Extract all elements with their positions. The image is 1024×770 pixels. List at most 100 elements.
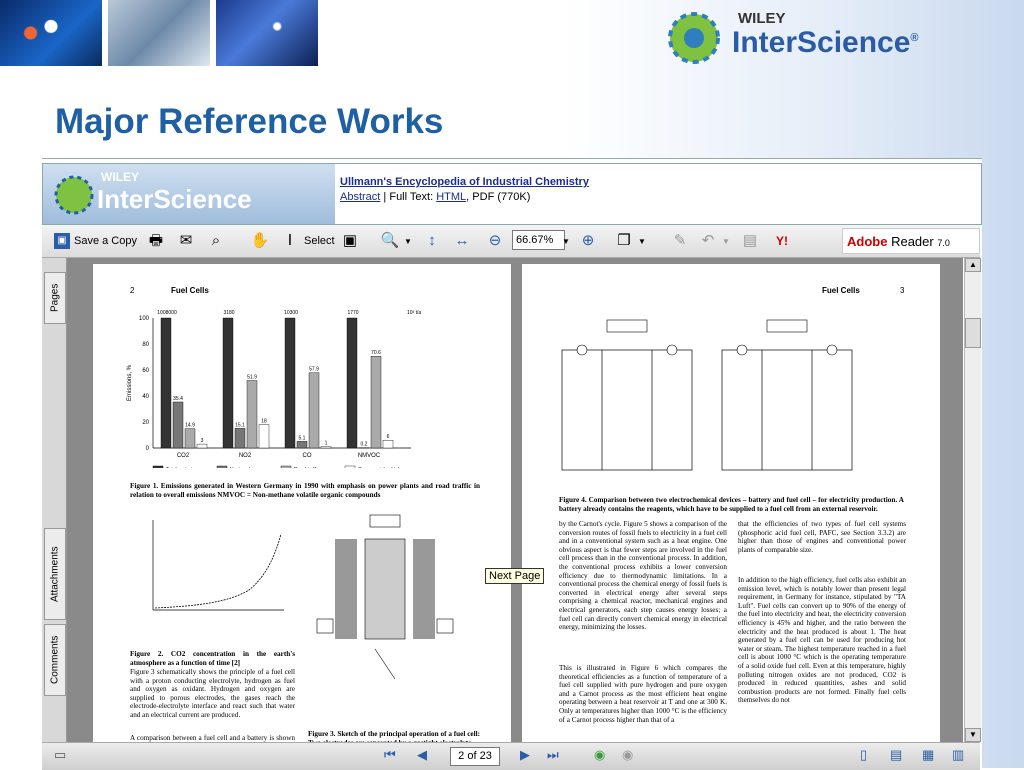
print-button[interactable]: 🖶 (146, 230, 166, 252)
single-page-button[interactable]: ▯ (860, 747, 867, 763)
tab-comments[interactable]: Comments (44, 624, 66, 696)
zoom-out-button[interactable]: ⊖ (485, 230, 505, 252)
bar (161, 318, 171, 448)
document-view[interactable]: 2 Fuel Cells 020406080100Emissions, %35.… (67, 258, 963, 742)
pdf-size: , PDF (770K) (466, 191, 530, 203)
pdf-page-left: 2 Fuel Cells 020406080100Emissions, %35.… (93, 264, 511, 742)
email-button[interactable]: ✉ (176, 230, 196, 252)
tab-pages[interactable]: Pages (44, 272, 66, 324)
x-tick-label: CO (303, 453, 312, 459)
last-page-button[interactable]: ⏭ (547, 747, 559, 763)
right-column-2b: In addition to the high efficiency, fuel… (738, 576, 906, 705)
chevron-down-icon: ▼ (404, 237, 412, 246)
y-tick-label: 20 (142, 420, 149, 426)
adobe-reader-text: Reader (891, 234, 934, 249)
y-tick-label: 100 (139, 316, 150, 322)
bar (223, 318, 233, 448)
bar-value-label: 18 (261, 419, 267, 425)
zoom-in-button[interactable]: ⊕ (578, 230, 598, 252)
pdf-page-right: Fuel Cells 3 Figure 4. Comparison betwee… (522, 264, 940, 742)
bar (259, 425, 269, 448)
search-button[interactable]: ⌕ (206, 230, 226, 252)
right-column-1: by the Carnot's cycle. Figure 5 shows a … (559, 520, 727, 632)
fit-width-icon: ↔ (452, 231, 472, 251)
fit-width-button[interactable]: ↔ (452, 230, 472, 252)
adobe-brand: Adobe (847, 234, 887, 249)
right-column-2: that the efficiencies of two types of fu… (738, 520, 906, 554)
document-button[interactable]: ▤ (740, 230, 760, 252)
first-page-button[interactable]: ⏮ (384, 747, 396, 763)
banner-wiley: WILEY (101, 170, 139, 184)
hand-icon: ✋ (250, 231, 270, 251)
scroll-thumb[interactable] (965, 318, 981, 348)
page-layout-button[interactable]: ❐▼ (614, 230, 646, 252)
sign-icon: ✎ (670, 231, 690, 251)
legend-label: Commercial vehicles (358, 467, 405, 468)
bar (321, 447, 331, 448)
next-view-button[interactable]: ◉ (622, 747, 633, 763)
bar-value-label: 57.9 (309, 367, 319, 373)
page-size-icon[interactable]: ▭ (54, 747, 66, 763)
bar-value-label: 3 (201, 438, 204, 444)
co2-concentration-chart (129, 510, 289, 635)
continuous-facing-button[interactable]: ▥ (952, 747, 964, 763)
next-page-button[interactable]: ▶ (520, 747, 530, 763)
bar (173, 402, 183, 448)
continuous-button[interactable]: ▤ (890, 747, 902, 763)
vertical-scrollbar[interactable]: ▲ ▼ (964, 258, 981, 742)
zoom-tool-button[interactable]: 🔍▼ (380, 230, 412, 252)
rotate-button[interactable]: ↶▼ (698, 230, 730, 252)
bar (371, 356, 381, 448)
sign-button[interactable]: ✎ (670, 230, 690, 252)
previous-page-button[interactable]: ◀ (417, 747, 427, 763)
globe-icon (660, 4, 730, 68)
banner-interscience: InterScience (97, 184, 252, 215)
save-copy-button[interactable]: ▣ Save a Copy (54, 230, 137, 252)
next-page-tooltip: Next Page (485, 568, 544, 584)
emissions-bar-chart: 020406080100Emissions, %35.414.93CO21008… (123, 298, 423, 468)
hand-tool-button[interactable]: ✋ (250, 230, 270, 252)
body-paragraph-1: Figure 3 schematically shows the princip… (130, 668, 295, 720)
scroll-down-button[interactable]: ▼ (965, 728, 981, 742)
zoom-dropdown[interactable]: ▼ (562, 230, 570, 252)
adobe-version: 7.0 (937, 238, 950, 248)
legend-label: Road traffic (294, 467, 320, 468)
bar (197, 444, 207, 448)
body-paragraph-2: A comparison between a fuel cell and a b… (130, 734, 295, 742)
bar-value-label: 70.6 (371, 350, 381, 356)
printer-icon: 🖶 (146, 231, 166, 251)
legend-swatch (281, 466, 291, 468)
abstract-link[interactable]: Abstract (340, 191, 380, 203)
page-number-input[interactable]: 2 of 23 (450, 747, 500, 766)
y-tick-label: 80 (142, 342, 149, 348)
total-label: 1008000 (157, 310, 177, 316)
right-column-1b: This is illustrated in Figure 6 which co… (559, 664, 727, 724)
page-number-right: 3 (900, 286, 904, 295)
select-tool-button[interactable]: Ⅰ Select (280, 230, 335, 252)
fit-height-icon: ↕ (422, 231, 442, 251)
molecule-photo (0, 0, 102, 66)
encyclopedia-title-link[interactable]: Ullmann's Encyclopedia of Industrial Che… (340, 176, 589, 188)
fulltext-label: Full Text: (389, 191, 433, 203)
total-label: 1770 (347, 310, 358, 316)
scroll-up-button[interactable]: ▲ (965, 258, 981, 272)
yahoo-icon: Y! (776, 234, 788, 248)
total-label: 3180 (223, 310, 234, 316)
journal-banner: WILEY InterScience Ullmann's Encyclopedi… (42, 163, 982, 225)
bar-value-label: 0.2 (361, 442, 368, 448)
save-copy-label: Save a Copy (74, 235, 137, 247)
bar-value-label: 35.4 (173, 396, 183, 402)
snapshot-button[interactable]: ▣ (340, 230, 360, 252)
legend-swatch (153, 466, 163, 468)
previous-view-button[interactable]: ◉ (594, 747, 605, 763)
yahoo-toolbar-button[interactable]: Y! (776, 230, 788, 252)
legend-label: Total emissions (166, 467, 201, 468)
zoom-input[interactable]: 66.67% (512, 230, 565, 250)
facing-button[interactable]: ▦ (922, 747, 934, 763)
minus-circle-icon: ⊖ (485, 231, 505, 251)
actual-size-button[interactable]: ↕ (422, 230, 442, 252)
fiber-optic-photo (216, 0, 318, 66)
html-link[interactable]: HTML (436, 191, 466, 203)
tab-attachments[interactable]: Attachments (44, 528, 66, 620)
chevron-down-icon: ▼ (638, 237, 646, 246)
